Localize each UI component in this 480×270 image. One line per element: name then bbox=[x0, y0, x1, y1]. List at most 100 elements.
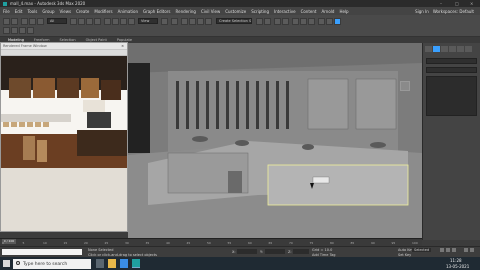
perspective-viewport[interactable] bbox=[128, 43, 422, 238]
menu-item[interactable]: Help bbox=[339, 9, 348, 14]
timeline-tick-label: 55 bbox=[227, 241, 232, 245]
unlink-icon[interactable] bbox=[29, 18, 36, 25]
command-panel bbox=[422, 43, 480, 240]
timeline-tick-label: 95 bbox=[391, 241, 396, 245]
align-icon[interactable] bbox=[264, 18, 271, 25]
render-setup-icon[interactable] bbox=[318, 18, 325, 25]
create-tab-icon[interactable] bbox=[425, 46, 432, 52]
file-explorer-icon[interactable] bbox=[108, 259, 116, 268]
menu-item[interactable]: Tools bbox=[27, 9, 37, 14]
task-view-icon[interactable] bbox=[96, 259, 104, 268]
menu-item[interactable]: Create bbox=[76, 9, 89, 14]
ungroup-icon[interactable] bbox=[27, 27, 34, 34]
mirror-icon[interactable] bbox=[256, 18, 263, 25]
play-icon[interactable] bbox=[446, 248, 450, 252]
rotate-icon[interactable] bbox=[112, 18, 119, 25]
scale-icon[interactable] bbox=[120, 18, 127, 25]
placement-icon[interactable] bbox=[128, 18, 135, 25]
window-title: mall_4.max - Autodesk 3ds Max 2020 bbox=[10, 1, 86, 6]
maxscript-listener[interactable] bbox=[2, 249, 82, 255]
menu-item[interactable]: Graph Editors bbox=[143, 9, 170, 14]
app-icon bbox=[3, 1, 7, 6]
modifier-stack[interactable] bbox=[426, 76, 477, 116]
3ds-max-taskbar-icon[interactable] bbox=[132, 259, 140, 268]
timeline-tick-label: 35 bbox=[145, 241, 150, 245]
maximize-button[interactable]: □ bbox=[455, 1, 459, 6]
link-icon[interactable] bbox=[21, 18, 28, 25]
menu-item[interactable]: Modifiers bbox=[94, 9, 112, 14]
schematic-view-icon[interactable] bbox=[300, 18, 307, 25]
x-label: X: bbox=[232, 250, 236, 254]
rendered-frame-window-icon[interactable] bbox=[326, 18, 333, 25]
minimize-button[interactable]: – bbox=[440, 1, 442, 6]
toggle-ribbon-icon[interactable] bbox=[19, 27, 26, 34]
redo-icon[interactable] bbox=[11, 18, 18, 25]
snap-2d-icon[interactable] bbox=[3, 27, 10, 34]
timeline-tick-label: 15 bbox=[63, 241, 68, 245]
angle-snap-icon[interactable] bbox=[189, 18, 196, 25]
x-coordinate-field[interactable] bbox=[237, 249, 257, 254]
filter-dropdown[interactable]: All bbox=[47, 18, 67, 24]
window-crossing-icon[interactable] bbox=[94, 18, 101, 25]
scene-explorer-icon[interactable] bbox=[274, 18, 281, 25]
sign-in-link[interactable]: Sign In bbox=[415, 9, 429, 14]
edit-named-selection-icon[interactable] bbox=[11, 27, 18, 34]
key-filter-dropdown[interactable]: Selected bbox=[412, 248, 432, 252]
pivot-center-icon[interactable] bbox=[161, 18, 168, 25]
modify-tab-icon[interactable] bbox=[433, 46, 440, 52]
menu-item[interactable]: Views bbox=[60, 9, 72, 14]
menu-item[interactable]: Edit bbox=[15, 9, 23, 14]
rectangular-selection-icon[interactable] bbox=[86, 18, 93, 25]
menu-bar: File Edit Tools Group Views Create Modif… bbox=[0, 7, 480, 15]
reference-coordinate-dropdown[interactable]: View bbox=[138, 18, 158, 24]
undo-icon[interactable] bbox=[3, 18, 10, 25]
snaps-toggle-icon[interactable] bbox=[181, 18, 188, 25]
browser-icon[interactable] bbox=[120, 259, 128, 268]
menu-item[interactable]: Group bbox=[42, 9, 54, 14]
close-icon[interactable]: × bbox=[121, 44, 124, 48]
menu-item[interactable]: Arnold bbox=[321, 9, 334, 14]
zoom-extents-icon[interactable] bbox=[464, 248, 468, 252]
menu-item[interactable]: Civil View bbox=[201, 9, 220, 14]
workspace-dropdown[interactable]: Workspaces: Default bbox=[433, 9, 474, 14]
grid-readout: Grid = 10.0 bbox=[312, 248, 333, 252]
menu-item[interactable]: Animation bbox=[118, 9, 138, 14]
taskbar-search-box[interactable]: Type here to search bbox=[13, 259, 91, 269]
timeline-tick-label: 85 bbox=[350, 241, 355, 245]
menu-item[interactable]: Rendering bbox=[176, 9, 196, 14]
search-placeholder: Type here to search bbox=[23, 261, 68, 267]
windows-start-icon[interactable] bbox=[3, 260, 10, 267]
render-production-icon[interactable] bbox=[334, 18, 341, 25]
display-tab-icon[interactable] bbox=[457, 46, 464, 52]
modifier-list-dropdown[interactable] bbox=[426, 67, 477, 73]
percent-snap-icon[interactable] bbox=[197, 18, 204, 25]
hierarchy-tab-icon[interactable] bbox=[441, 46, 448, 52]
menu-item[interactable]: Scripting bbox=[251, 9, 269, 14]
curve-editor-icon[interactable] bbox=[292, 18, 299, 25]
menu-item[interactable]: Interactive bbox=[274, 9, 296, 14]
bind-space-warp-icon[interactable] bbox=[37, 18, 44, 25]
select-by-name-icon[interactable] bbox=[78, 18, 85, 25]
utilities-tab-icon[interactable] bbox=[465, 46, 472, 52]
material-editor-icon[interactable] bbox=[308, 18, 315, 25]
menu-item[interactable]: Customize bbox=[225, 9, 246, 14]
menu-item[interactable]: Content bbox=[301, 9, 317, 14]
timeline-tick-label: 5 bbox=[22, 241, 25, 245]
move-icon[interactable] bbox=[104, 18, 111, 25]
z-coordinate-field[interactable] bbox=[293, 249, 309, 254]
viewcube-icon[interactable] bbox=[400, 81, 410, 91]
select-manipulate-icon[interactable] bbox=[171, 18, 178, 25]
object-name-field[interactable] bbox=[426, 58, 477, 64]
go-to-end-icon[interactable] bbox=[452, 248, 456, 252]
motion-tab-icon[interactable] bbox=[449, 46, 456, 52]
orbit-icon[interactable] bbox=[470, 248, 474, 252]
go-to-start-icon[interactable] bbox=[440, 248, 444, 252]
timeline-tick-label: 100 bbox=[412, 241, 418, 245]
select-object-icon[interactable] bbox=[70, 18, 77, 25]
y-coordinate-field[interactable] bbox=[265, 249, 285, 254]
menu-item[interactable]: File bbox=[3, 9, 10, 14]
layer-explorer-icon[interactable] bbox=[282, 18, 289, 25]
close-button[interactable]: × bbox=[470, 1, 473, 6]
named-selection-set-dropdown[interactable]: Create Selection Set bbox=[216, 18, 252, 24]
spinner-snap-icon[interactable] bbox=[205, 18, 212, 25]
